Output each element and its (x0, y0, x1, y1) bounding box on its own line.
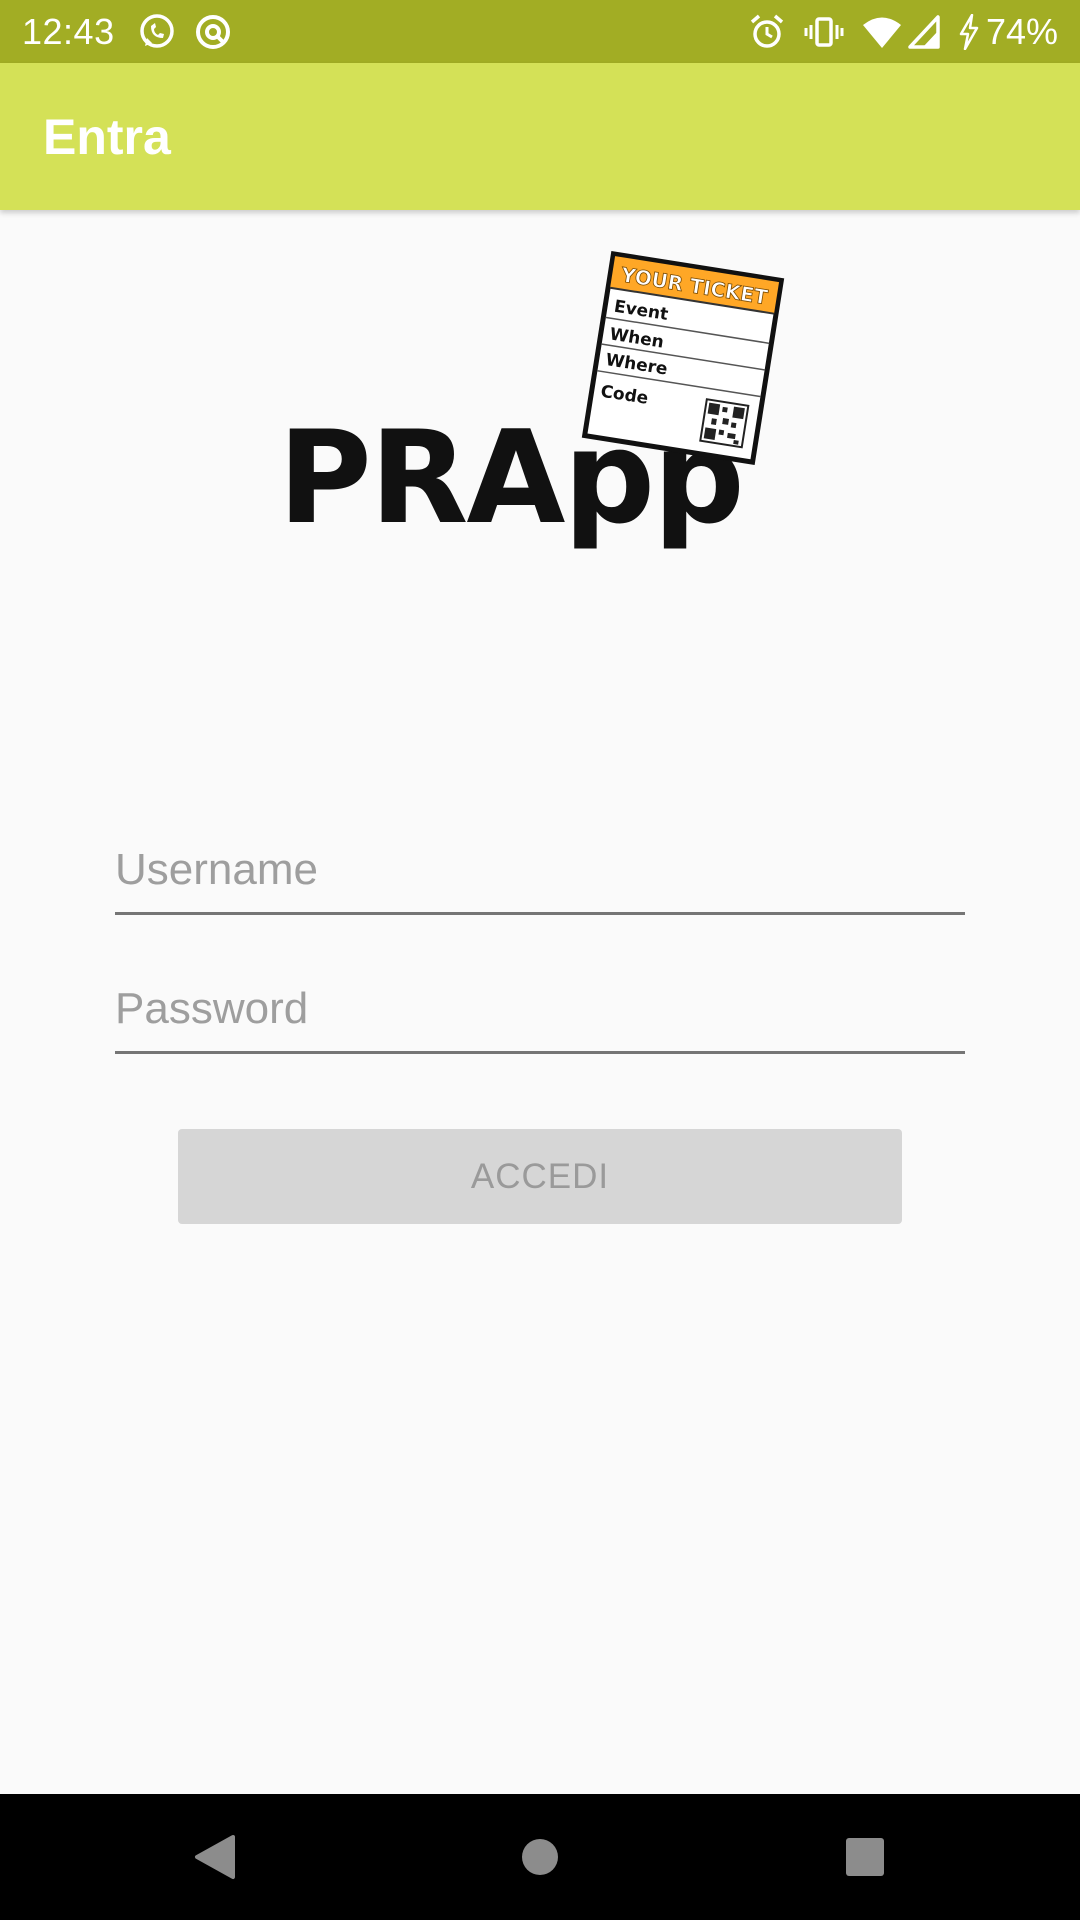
ticket-icon: YOUR TICKET Event When Where Code (581, 250, 785, 466)
navigation-bar (0, 1794, 1080, 1920)
app-bar: Entra (0, 63, 1080, 210)
alarm-icon (748, 13, 786, 51)
status-bar-left: 12:43 (22, 11, 249, 53)
recent-apps-button[interactable] (795, 1794, 935, 1920)
wifi-icon (862, 14, 902, 50)
notification-app-icon (193, 12, 233, 52)
back-icon (195, 1835, 235, 1879)
recent-apps-icon (846, 1838, 884, 1876)
page-title: Entra (43, 108, 171, 165)
battery-percentage: 74% (985, 10, 1058, 52)
password-input[interactable] (115, 974, 965, 1051)
home-icon (522, 1839, 558, 1875)
cell-signal-icon (908, 14, 940, 49)
home-button[interactable] (470, 1794, 610, 1920)
login-button[interactable]: ACCEDI (178, 1129, 902, 1224)
qr-code-icon (699, 398, 750, 449)
vibrate-icon (804, 13, 844, 51)
whatsapp-icon (137, 12, 177, 52)
username-field[interactable] (115, 835, 965, 915)
prapp-logo: PRApp YOUR TICKET Event When Where Code (270, 245, 820, 575)
password-field[interactable] (115, 974, 965, 1054)
back-button[interactable] (145, 1794, 285, 1920)
status-time: 12:43 (22, 10, 115, 52)
username-input[interactable] (115, 835, 965, 912)
status-bar: 12:43 74% (0, 0, 1080, 63)
status-bar-right: 74% (730, 11, 1058, 53)
charging-icon (958, 13, 980, 50)
